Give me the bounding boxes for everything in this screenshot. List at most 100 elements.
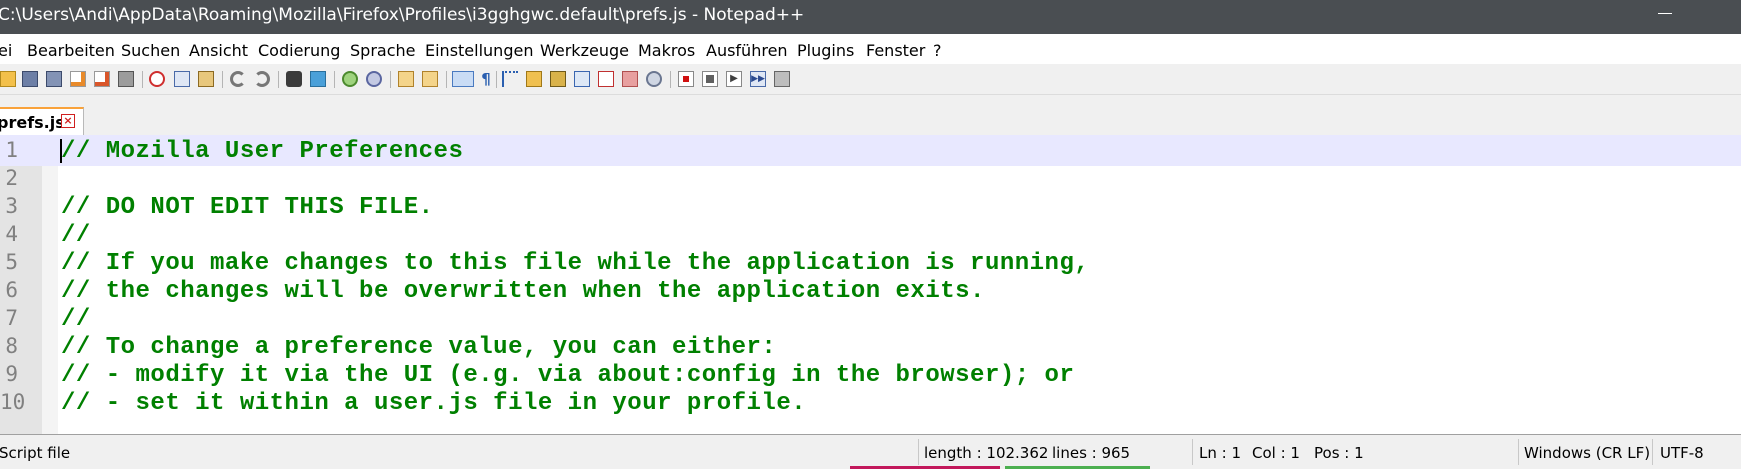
undo-icon[interactable] — [230, 71, 246, 87]
toolbar: ¶ ▶ ▶▶ — [0, 64, 1741, 95]
menu-suchen[interactable]: Suchen — [121, 41, 180, 60]
status-divider — [918, 439, 919, 465]
editor-line[interactable]: 1 // Mozilla User Preferences — [0, 135, 1741, 166]
editor-line[interactable]: 2 — [0, 163, 1741, 194]
word-wrap-icon[interactable] — [452, 71, 474, 87]
menu-makros[interactable]: Makros — [638, 41, 695, 60]
zoom-out-icon[interactable] — [366, 71, 382, 87]
editor-line[interactable]: 3 // DO NOT EDIT THIS FILE. — [0, 191, 1741, 222]
save-icon[interactable] — [22, 71, 38, 87]
find-icon[interactable] — [286, 71, 302, 87]
monitoring-icon[interactable] — [622, 71, 638, 87]
editor-line[interactable]: 8 // To change a preference value, you c… — [0, 331, 1741, 362]
editor-line[interactable]: 6 // the changes will be overwritten whe… — [0, 275, 1741, 306]
doc-map-icon[interactable] — [550, 71, 566, 87]
line-number: 8 — [5, 334, 18, 358]
status-filetype: Script file — [0, 444, 71, 462]
line-number: 6 — [5, 278, 18, 302]
cut-icon[interactable] — [149, 71, 165, 87]
status-position: Pos : 1 — [1314, 444, 1364, 462]
line-number: 1 — [5, 138, 18, 162]
line-number: 3 — [5, 194, 18, 218]
editor-line[interactable]: 4 // — [0, 219, 1741, 250]
minimize-button[interactable] — [1658, 13, 1672, 14]
menu-einstellungen[interactable]: Einstellungen — [425, 41, 533, 60]
zoom-in-icon[interactable] — [342, 71, 358, 87]
tab-prefs-js[interactable]: prefs.js × — [0, 107, 84, 135]
show-all-chars-icon[interactable]: ¶ — [478, 71, 494, 87]
toolbar-separator — [446, 71, 447, 88]
editor[interactable]: 1 // Mozilla User Preferences 2 3 // DO … — [0, 135, 1741, 435]
macro-record-icon[interactable] — [678, 71, 694, 87]
text-caret — [60, 139, 62, 163]
macro-play-icon[interactable]: ▶ — [726, 71, 742, 87]
status-column: Col : 1 — [1252, 444, 1300, 462]
line-number: 7 — [5, 306, 18, 330]
status-divider — [1192, 439, 1193, 465]
toolbar-separator — [670, 71, 671, 88]
line-text: // DO NOT EDIT THIS FILE. — [61, 194, 434, 221]
status-divider — [1518, 439, 1519, 465]
toolbar-separator — [334, 71, 335, 88]
paste-icon[interactable] — [198, 71, 214, 87]
editor-line[interactable]: 7 // — [0, 303, 1741, 334]
toolbar-separator — [496, 71, 497, 88]
editor-line[interactable]: 10 // - set it within a user.js file in … — [0, 387, 1741, 418]
open-icon[interactable] — [0, 71, 16, 87]
line-text: // the changes will be overwritten when … — [61, 278, 985, 305]
sync-horizontal-icon[interactable] — [422, 71, 438, 87]
menu-bearbeiten[interactable]: Bearbeiten — [27, 41, 115, 60]
line-text: // - set it within a user.js file in you… — [61, 390, 807, 417]
toolbar-separator — [278, 71, 279, 88]
menu-bar: ei Bearbeiten Suchen Ansicht Codierung S… — [0, 34, 1741, 64]
menu-ansicht[interactable]: Ansicht — [189, 41, 248, 60]
replace-icon[interactable] — [310, 71, 326, 87]
function-list-icon[interactable] — [574, 71, 590, 87]
menu-codierung[interactable]: Codierung — [258, 41, 340, 60]
macro-stop-icon[interactable] — [702, 71, 718, 87]
print-icon[interactable] — [118, 71, 134, 87]
toolbar-separator — [222, 71, 223, 88]
tab-strip: prefs.js × — [0, 95, 1741, 135]
close-all-icon[interactable] — [94, 71, 110, 87]
macro-save-icon[interactable] — [774, 71, 790, 87]
status-bar: Script file length : 102.362 lines : 965… — [0, 435, 1741, 469]
status-length: length : 102.362 — [924, 444, 1049, 462]
line-number: 4 — [5, 222, 18, 246]
menu-datei[interactable]: ei — [0, 41, 12, 60]
status-encoding[interactable]: UTF-8 — [1660, 444, 1704, 462]
line-number: 9 — [5, 362, 18, 386]
tab-close-icon[interactable]: × — [61, 114, 75, 128]
menu-werkzeuge[interactable]: Werkzeuge — [540, 41, 629, 60]
save-all-icon[interactable] — [46, 71, 62, 87]
udl-icon[interactable] — [526, 71, 542, 87]
macro-run-multiple-icon[interactable]: ▶▶ — [750, 71, 766, 87]
toolbar-separator — [142, 71, 143, 88]
close-icon[interactable] — [70, 71, 86, 87]
menu-fenster[interactable]: Fenster — [866, 41, 925, 60]
menu-sprache[interactable]: Sprache — [350, 41, 415, 60]
menu-plugins[interactable]: Plugins — [797, 41, 854, 60]
indent-guide-icon[interactable] — [502, 71, 518, 87]
status-eol[interactable]: Windows (CR LF) — [1524, 444, 1650, 462]
line-text: // Mozilla User Preferences — [61, 138, 464, 165]
folder-workspace-icon[interactable] — [598, 71, 614, 87]
copy-icon[interactable] — [174, 71, 190, 87]
status-lines: lines : 965 — [1052, 444, 1131, 462]
eye-icon[interactable] — [646, 71, 662, 87]
editor-line[interactable]: 9 // - modify it via the UI (e.g. via ab… — [0, 359, 1741, 390]
line-number: 10 — [0, 390, 26, 414]
window-title: C:\Users\Andi\AppData\Roaming\Mozilla\Fi… — [0, 5, 805, 25]
sync-vertical-icon[interactable] — [398, 71, 414, 87]
editor-line[interactable]: 5 // If you make changes to this file wh… — [0, 247, 1741, 278]
line-text: // If you make changes to this file whil… — [61, 250, 1090, 277]
line-text: // — [61, 222, 91, 249]
line-number: 5 — [5, 250, 18, 274]
menu-ausfuehren[interactable]: Ausführen — [706, 41, 788, 60]
status-line: Ln : 1 — [1199, 444, 1241, 462]
redo-icon[interactable] — [254, 71, 270, 87]
tab-label: prefs.js — [0, 113, 65, 132]
title-bar: C:\Users\Andi\AppData\Roaming\Mozilla\Fi… — [0, 0, 1741, 34]
menu-help[interactable]: ? — [933, 41, 942, 60]
status-divider — [1652, 439, 1653, 465]
